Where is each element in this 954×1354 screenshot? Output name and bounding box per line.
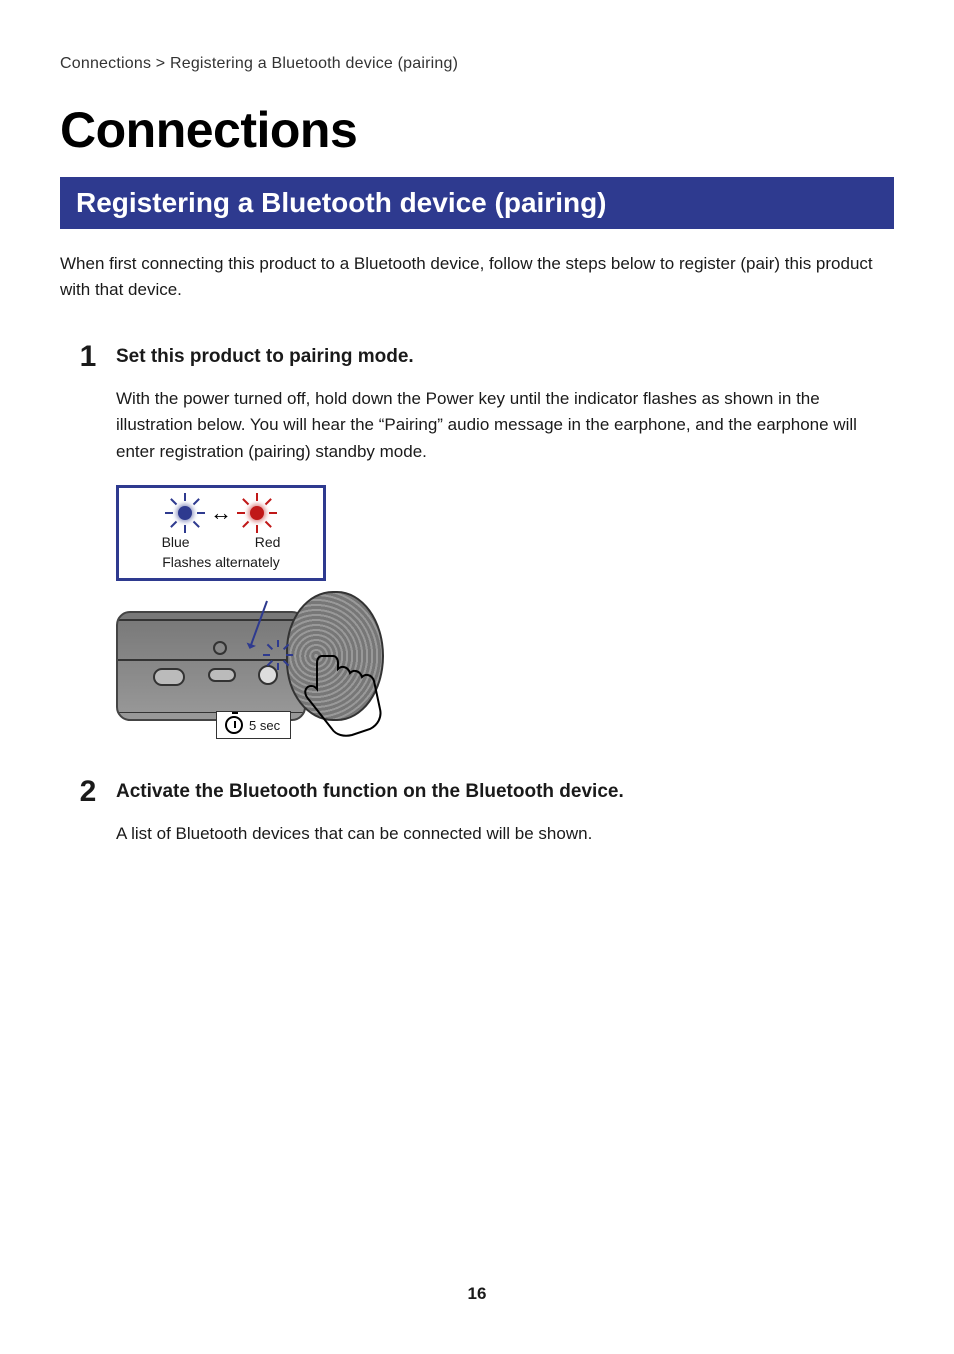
page-title: Connections (60, 101, 894, 159)
step-1-number: 1 (60, 342, 116, 372)
pairing-illustration: ↔ Blue Red Flashes alternately (116, 485, 894, 741)
led-blue-icon (170, 498, 200, 528)
step-1-heading: Set this product to pairing mode. (116, 342, 894, 368)
step-2: 2 Activate the Bluetooth function on the… (60, 777, 894, 867)
hold-duration-label: 5 sec (249, 718, 280, 733)
step-2-heading: Activate the Bluetooth function on the B… (116, 777, 894, 803)
step-1-text: With the power turned off, hold down the… (116, 386, 894, 465)
step-2-text: A list of Bluetooth devices that can be … (116, 821, 894, 847)
page-number: 16 (0, 1284, 954, 1304)
led-red-label: Red (255, 534, 281, 550)
press-flash-icon (266, 643, 290, 667)
timer-icon (225, 716, 243, 734)
hand-press-icon (292, 651, 392, 741)
flashes-alternately-label: Flashes alternately (129, 554, 313, 570)
step-1: 1 Set this product to pairing mode. With… (60, 342, 894, 767)
alternate-arrow-icon: ↔ (210, 500, 232, 526)
led-blue-label: Blue (162, 534, 190, 550)
hold-duration-box: 5 sec (216, 711, 291, 739)
device-illustration: 5 sec (116, 591, 396, 741)
intro-text: When first connecting this product to a … (60, 251, 894, 302)
led-red-icon (242, 498, 272, 528)
breadcrumb: Connections > Registering a Bluetooth de… (60, 55, 894, 73)
section-heading: Registering a Bluetooth device (pairing) (60, 177, 894, 229)
step-2-number: 2 (60, 777, 116, 807)
indicator-callout: ↔ Blue Red Flashes alternately (116, 485, 326, 581)
